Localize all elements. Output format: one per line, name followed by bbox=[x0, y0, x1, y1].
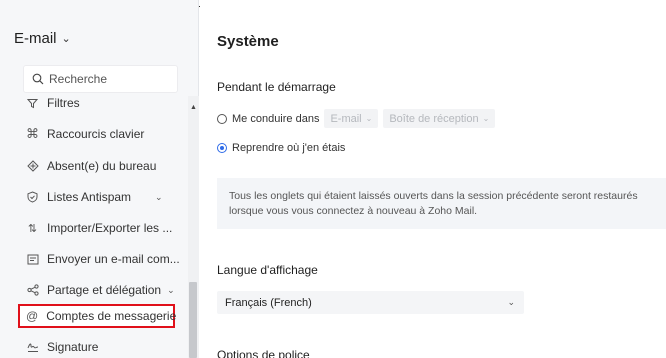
language-select-value: Français (French) bbox=[225, 296, 312, 309]
language-select[interactable]: Français (French) ⌄ bbox=[217, 291, 524, 314]
sidebar-item-label: Absent(e) du bureau bbox=[47, 159, 157, 173]
settings-content: Système Pendant le démarrage Me conduire… bbox=[200, 0, 666, 358]
sidebar-item-label: Signature bbox=[47, 340, 99, 354]
sidebar-item-label: Comptes de messagerie bbox=[46, 309, 177, 323]
sidebar-item-mail-accounts[interactable]: @ Comptes de messagerie bbox=[18, 304, 177, 328]
sidebar-item-label: Listes Antispam bbox=[47, 190, 132, 204]
folder-dropdown[interactable]: Boîte de réception ⌄ bbox=[383, 109, 496, 128]
chevron-down-icon: ⌄ bbox=[155, 191, 163, 202]
share-icon bbox=[26, 284, 39, 297]
search-input[interactable] bbox=[49, 72, 169, 86]
settings-sidebar: E-mail ⌄ Filtres ⌘ Raccourcis clavier Ab… bbox=[0, 0, 199, 358]
sidebar-item-label: Importer/Exporter les ... bbox=[47, 221, 173, 235]
resume-info-box: Tous les onglets qui étaient laissés ouv… bbox=[217, 178, 666, 229]
sidebar-item-spam-lists[interactable]: Listes Antispam ⌄ bbox=[26, 186, 163, 208]
radio-label: Me conduire dans bbox=[232, 112, 320, 125]
chevron-down-icon: ⌄ bbox=[482, 114, 490, 123]
sidebar-item-filters[interactable]: Filtres bbox=[26, 96, 80, 114]
folder-dropdown-value: Boîte de réception bbox=[389, 112, 479, 125]
startup-option-resume[interactable]: Reprendre où j'en étais bbox=[217, 142, 345, 154]
sidebar-item-label: Filtres bbox=[47, 96, 80, 110]
sidebar-item-send-mail[interactable]: Envoyer un e-mail com... bbox=[26, 248, 180, 270]
app-switcher-label: E-mail bbox=[14, 30, 57, 47]
scrollbar-thumb[interactable] bbox=[189, 282, 197, 358]
settings-search[interactable] bbox=[23, 65, 178, 93]
command-key-icon: ⌘ bbox=[26, 126, 39, 141]
chevron-down-icon: ⌄ bbox=[507, 297, 515, 307]
sidebar-item-signature[interactable]: Signature bbox=[26, 336, 98, 358]
sidebar-item-out-of-office[interactable]: Absent(e) du bureau bbox=[26, 155, 156, 177]
language-heading: Langue d'affichage bbox=[217, 263, 318, 277]
sidebar-item-sharing-delegation[interactable]: Partage et délégation ⌄ bbox=[26, 279, 175, 301]
page-title: Système bbox=[217, 33, 279, 50]
font-options-heading: Options de police bbox=[217, 348, 310, 358]
app-dropdown-value: E-mail bbox=[330, 112, 362, 125]
at-sign-icon: @ bbox=[26, 309, 39, 323]
import-export-icon: ⇅ bbox=[27, 222, 38, 235]
sidebar-item-keyboard-shortcuts[interactable]: ⌘ Raccourcis clavier bbox=[26, 123, 144, 145]
startup-option-go-to[interactable]: Me conduire dans E-mail ⌄ Boîte de récep… bbox=[217, 109, 496, 128]
out-of-office-icon bbox=[26, 160, 39, 173]
chevron-down-icon: ⌄ bbox=[365, 114, 373, 123]
signature-icon bbox=[26, 341, 39, 354]
chevron-down-icon: ⌄ bbox=[167, 284, 175, 295]
settings-nav: Filtres ⌘ Raccourcis clavier Absent(e) d… bbox=[0, 96, 188, 358]
scroll-up-arrow-icon[interactable]: ▲ bbox=[188, 104, 199, 111]
chevron-down-icon: ⌄ bbox=[61, 33, 71, 45]
app-switcher[interactable]: E-mail ⌄ bbox=[14, 30, 71, 47]
radio-button-selected[interactable] bbox=[217, 143, 227, 153]
app-dropdown[interactable]: E-mail ⌄ bbox=[324, 109, 379, 128]
shield-icon bbox=[26, 191, 39, 204]
send-mail-icon bbox=[26, 253, 39, 266]
sidebar-item-label: Raccourcis clavier bbox=[47, 127, 145, 141]
search-icon bbox=[32, 73, 44, 85]
sidebar-item-import-export[interactable]: ⇅ Importer/Exporter les ... bbox=[26, 217, 172, 239]
filter-icon bbox=[26, 97, 39, 110]
radio-label: Reprendre où j'en étais bbox=[232, 142, 346, 154]
startup-heading: Pendant le démarrage bbox=[217, 80, 336, 94]
sidebar-item-label: Envoyer un e-mail com... bbox=[47, 252, 180, 266]
radio-button[interactable] bbox=[217, 113, 227, 124]
sidebar-item-label: Partage et délégation bbox=[47, 283, 162, 297]
